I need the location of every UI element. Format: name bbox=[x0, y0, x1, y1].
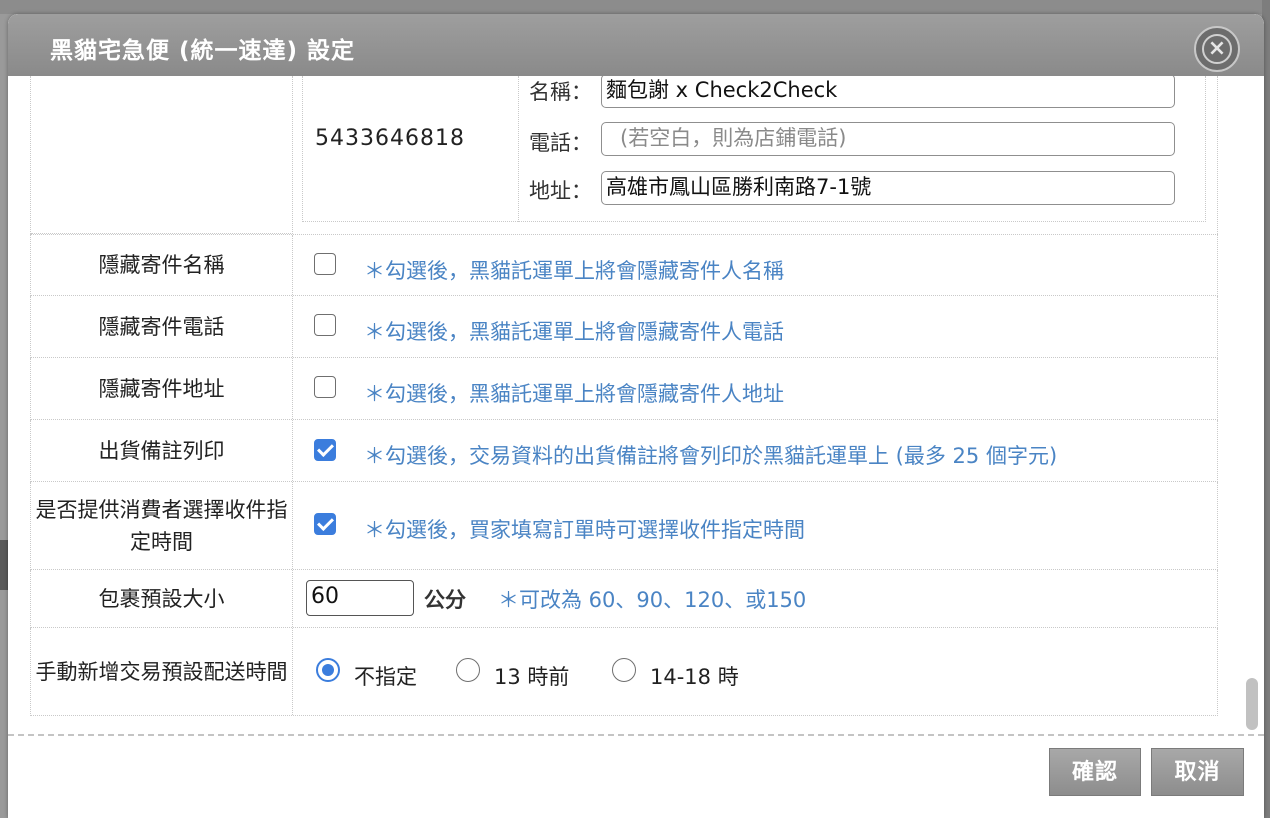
hide-name-value: ＊勾選後，黑貓託運單上將會隱藏寄件人名稱 bbox=[294, 235, 1217, 295]
hide-phone-label: 隱藏寄件電話 bbox=[31, 296, 293, 357]
hide-address-label: 隱藏寄件地址 bbox=[31, 358, 293, 419]
delivery-choice-value: ＊勾選後，買家填寫訂單時可選擇收件指定時間 bbox=[294, 482, 1217, 569]
table-row: 隱藏寄件名稱 ＊勾選後，黑貓託運單上將會隱藏寄件人名稱 bbox=[30, 234, 1218, 296]
hide-address-note: ＊勾選後，黑貓託運單上將會隱藏寄件人地址 bbox=[364, 382, 784, 406]
package-size-unit: 公分 bbox=[424, 588, 466, 612]
radio-unspecified-label: 不指定 bbox=[354, 665, 417, 689]
default-time-value: 不指定 13 時前 14-18 時 bbox=[294, 628, 1217, 715]
package-size-input[interactable]: 60 bbox=[306, 580, 414, 616]
table-row: 出貨備註列印 ＊勾選後，交易資料的出貨備註將會列印於黑貓託運單上 (最多 25 … bbox=[30, 420, 1218, 482]
radio-14-18-label: 14-18 時 bbox=[650, 665, 739, 689]
print-note-note: ＊勾選後，交易資料的出貨備註將會列印於黑貓託運單上 (最多 25 個字元) bbox=[364, 444, 1058, 468]
print-note-label: 出貨備註列印 bbox=[31, 420, 293, 481]
hide-phone-note: ＊勾選後，黑貓託運單上將會隱藏寄件人電話 bbox=[364, 320, 784, 344]
hide-name-checkbox[interactable] bbox=[314, 253, 336, 275]
close-button[interactable]: × bbox=[1194, 26, 1240, 72]
delivery-choice-note: ＊勾選後，買家填寫訂單時可選擇收件指定時間 bbox=[364, 518, 805, 542]
radio-before-13-label: 13 時前 bbox=[494, 665, 570, 689]
delivery-choice-checkbox[interactable] bbox=[314, 513, 336, 535]
dialog-title: 黑貓宅急便 (統一速達) 設定 bbox=[50, 38, 356, 64]
confirm-button[interactable]: 確認 bbox=[1049, 748, 1141, 796]
table-row: 是否提供消費者選擇收件指定時間 ＊勾選後，買家填寫訂單時可選擇收件指定時間 bbox=[30, 482, 1218, 570]
default-time-label: 手動新增交易預設配送時間 bbox=[31, 628, 293, 715]
sender-row bbox=[30, 76, 1218, 234]
hide-name-label: 隱藏寄件名稱 bbox=[31, 235, 293, 295]
package-size-label: 包裹預設大小 bbox=[31, 570, 293, 627]
radio-before-13[interactable] bbox=[456, 658, 480, 682]
scrollbar-thumb[interactable] bbox=[1246, 678, 1258, 730]
footer-divider bbox=[8, 734, 1264, 736]
hide-phone-value: ＊勾選後，黑貓託運單上將會隱藏寄件人電話 bbox=[294, 296, 1217, 357]
table-row: 手動新增交易預設配送時間 不指定 13 時前 14-18 時 bbox=[30, 628, 1218, 716]
cancel-button[interactable]: 取消 bbox=[1151, 748, 1244, 796]
hide-phone-checkbox[interactable] bbox=[314, 314, 336, 336]
radio-unspecified[interactable] bbox=[316, 658, 340, 682]
hide-address-checkbox[interactable] bbox=[314, 376, 336, 398]
sender-row-label bbox=[31, 76, 293, 234]
dialog-content[interactable]: 5433646818 名稱： 麵包謝 x Check2Check 電話： (若空… bbox=[8, 76, 1264, 736]
backdrop-top bbox=[0, 0, 1270, 14]
print-note-value: ＊勾選後，交易資料的出貨備註將會列印於黑貓託運單上 (最多 25 個字元) bbox=[294, 420, 1217, 481]
settings-dialog: 黑貓宅急便 (統一速達) 設定 × 5433646818 名稱： 麵包謝 x C… bbox=[8, 14, 1264, 818]
dialog-titlebar: 黑貓宅急便 (統一速達) 設定 × bbox=[8, 14, 1264, 76]
package-size-value: 60 公分 ＊可改為 60、90、120、或150 bbox=[294, 570, 1217, 627]
table-row: 隱藏寄件地址 ＊勾選後，黑貓託運單上將會隱藏寄件人地址 bbox=[30, 358, 1218, 420]
print-note-checkbox[interactable] bbox=[314, 439, 336, 461]
hide-name-note: ＊勾選後，黑貓託運單上將會隱藏寄件人名稱 bbox=[364, 259, 784, 283]
table-row: 包裹預設大小 60 公分 ＊可改為 60、90、120、或150 bbox=[30, 570, 1218, 628]
hide-address-value: ＊勾選後，黑貓託運單上將會隱藏寄件人地址 bbox=[294, 358, 1217, 419]
delivery-choice-label: 是否提供消費者選擇收件指定時間 bbox=[31, 482, 293, 569]
package-size-note: ＊可改為 60、90、120、或150 bbox=[498, 588, 807, 612]
radio-14-18[interactable] bbox=[612, 658, 636, 682]
backdrop-left bbox=[0, 540, 8, 590]
table-row: 隱藏寄件電話 ＊勾選後，黑貓託運單上將會隱藏寄件人電話 bbox=[30, 296, 1218, 358]
close-circle-icon: × bbox=[1202, 34, 1232, 64]
